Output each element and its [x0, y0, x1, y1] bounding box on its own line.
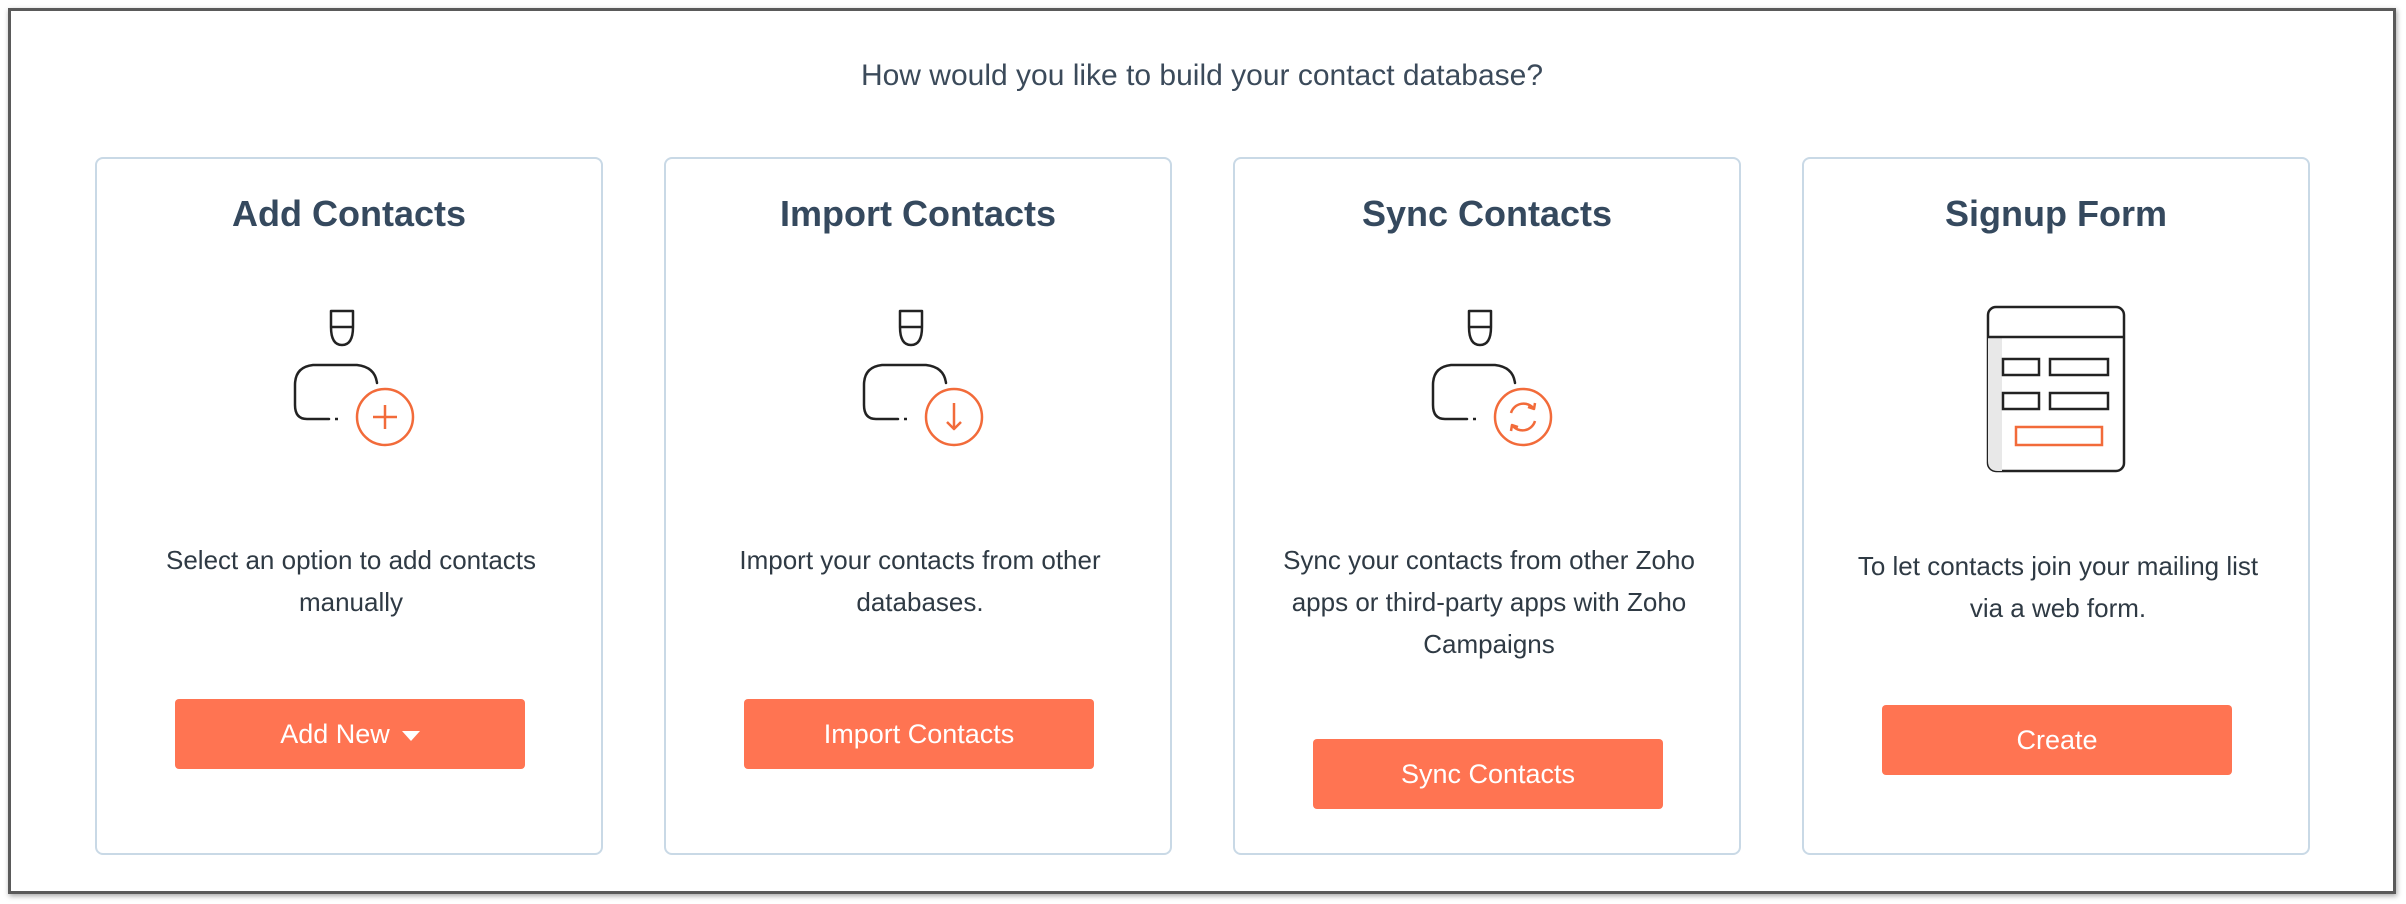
person-import-icon	[666, 297, 1170, 462]
sync-contacts-label: Sync Contacts	[1400, 758, 1576, 789]
create-button[interactable]: Create	[1882, 705, 2232, 775]
card-signup-form: Signup Form To let contacts join your ma…	[1802, 157, 2310, 855]
sync-contacts-button[interactable]: Sync Contacts	[1313, 739, 1663, 809]
card-description: Sync your contacts from other Zoho apps …	[1283, 545, 1695, 659]
import-contacts-button[interactable]: Import Contacts	[744, 699, 1094, 769]
add-new-button[interactable]: Add New	[175, 699, 525, 769]
signup-form-icon	[1804, 299, 2308, 479]
create-label: Create	[2016, 724, 2098, 755]
person-add-icon	[97, 297, 601, 462]
card-add-contacts: Add Contacts Select an option to add con…	[95, 157, 603, 855]
person-sync-icon	[1235, 297, 1739, 462]
card-description: Select an option to add contacts manuall…	[165, 545, 537, 617]
card-description: To let contacts join your mailing list v…	[1857, 551, 2259, 623]
card-title: Add Contacts	[232, 193, 466, 234]
page-frame: How would you like to build your contact…	[8, 8, 2396, 894]
card-title: Sync Contacts	[1361, 193, 1613, 234]
add-new-label: Add New	[280, 718, 390, 749]
caret-down-icon	[401, 731, 420, 741]
card-description: Import your contacts from other database…	[739, 545, 1101, 617]
card-import-contacts: Import Contacts Import your contacts fro…	[664, 157, 1172, 855]
import-contacts-label: Import Contacts	[823, 718, 1015, 749]
card-sync-contacts: Sync Contacts Sync your contacts from ot…	[1233, 157, 1741, 855]
card-title: Import Contacts	[779, 193, 1056, 234]
page-heading: How would you like to build your contact…	[860, 59, 1544, 92]
card-title: Signup Form	[1945, 193, 2167, 234]
